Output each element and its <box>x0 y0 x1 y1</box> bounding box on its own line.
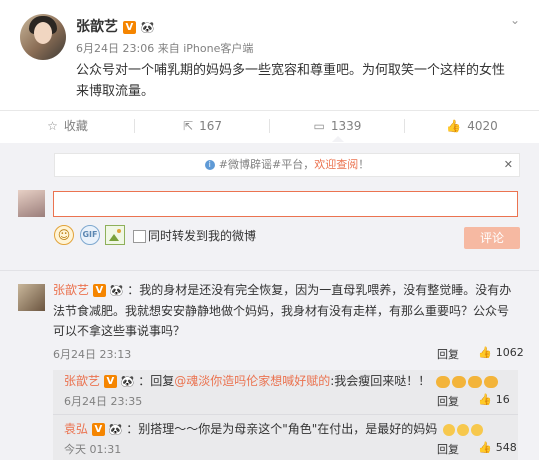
notice-bar: i #微博辟谣#平台，欢迎查阅！ ✕ <box>54 153 520 177</box>
comment-input[interactable] <box>53 191 518 217</box>
emoji-icon: 🐼 <box>109 283 124 297</box>
share-button[interactable]: ⇱ 167 <box>135 111 270 141</box>
info-icon: i <box>204 160 215 170</box>
reply-2-author[interactable]: 袁弘 <box>64 422 88 436</box>
divider <box>0 270 539 271</box>
emoticon-icon <box>484 375 499 388</box>
share-count: 167 <box>199 119 222 133</box>
like-button[interactable]: 👍 4020 <box>405 111 539 141</box>
thumb-up-icon: 👍 <box>478 441 492 454</box>
my-avatar <box>18 190 45 217</box>
image-icon[interactable] <box>105 225 125 245</box>
chevron-down-icon[interactable]: ⌄ <box>510 14 522 26</box>
reply-1-reply-button[interactable]: 回复 <box>437 393 459 409</box>
reply-1-mention[interactable]: @魂淡你造吗伦家想喊好赋的 <box>174 374 330 388</box>
avatar-face <box>34 22 52 44</box>
emoticon-icon <box>471 423 484 436</box>
reply-2-text: ：别搭理～～你是为母亲这个"角色"在付出，是最好的妈妈 <box>126 422 438 436</box>
weibo-post: 张歆艺 V 🐼 6月24日 23:06 来自 iPhone客户端 ⌄ 公众号对一… <box>0 0 539 106</box>
post-actions: ☆ 收藏 ⇱ 167 ▭ 1339 👍 4020 <box>0 110 539 142</box>
emoticon-icon <box>436 375 451 388</box>
emoticon-icon <box>443 423 456 436</box>
favorite-label: 收藏 <box>63 119 88 133</box>
thumb-up-icon: 👍 <box>478 393 492 406</box>
author-line: 张歆艺 V 🐼 <box>76 16 154 36</box>
reply-2-like-count: 548 <box>495 441 517 454</box>
gif-icon[interactable]: GIF <box>80 225 100 245</box>
like-count: 4020 <box>467 119 498 133</box>
reply-1-like-button[interactable]: 👍 16 <box>478 393 510 406</box>
author-avatar[interactable] <box>20 14 66 60</box>
reply-1-prefix: ：回复 <box>138 374 175 388</box>
share-icon: ⇱ <box>183 119 194 133</box>
reply-button[interactable]: 回复 <box>437 346 459 362</box>
reply-1-body: 张歆艺 V 🐼 ：回复@魂淡你造吗伦家想喊好赋的:我会瘦回来哒！！ <box>64 372 514 391</box>
post-device[interactable]: iPhone客户端 <box>183 42 253 55</box>
reply-1-author[interactable]: 张歆艺 <box>64 374 100 388</box>
comment-avatar[interactable] <box>18 284 45 311</box>
comment-body: 张歆艺 V 🐼 ：我的身材是还没有完全恢复，因为一直母乳喂养，没有整觉睡。没有办… <box>53 280 518 341</box>
comment-like-count: 1062 <box>495 346 524 359</box>
comment-icon: ▭ <box>313 119 325 133</box>
divider <box>53 414 518 415</box>
comment-time: 6月24日 23:13 <box>53 348 132 361</box>
repost-label: 同时转发到我的微博 <box>148 229 257 243</box>
reply-1-like-count: 16 <box>495 393 510 406</box>
reply-1-time: 6月24日 23:35 <box>64 395 143 408</box>
favorite-button[interactable]: ☆ 收藏 <box>0 111 135 141</box>
comment-button[interactable]: ▭ 1339 <box>270 111 405 142</box>
notice-suffix: ！ <box>358 158 370 171</box>
comment-author[interactable]: 张歆艺 <box>53 283 89 297</box>
submit-comment-button[interactable]: 评论 <box>464 227 520 249</box>
thumb-up-icon: 👍 <box>478 346 492 359</box>
emoji-icon: 🐼 <box>120 374 135 388</box>
emoticon-icon <box>457 423 470 436</box>
reply-2-time: 今天 01:31 <box>64 443 122 456</box>
thumb-up-icon: 👍 <box>446 119 462 133</box>
verified-icon: V <box>92 284 106 297</box>
emoticon-icon <box>452 375 467 388</box>
verified-icon: V <box>103 375 117 388</box>
post-meta: 6月24日 23:06 来自 iPhone客户端 <box>76 40 253 56</box>
repost-checkbox[interactable] <box>133 230 146 243</box>
reply-1-text: :我会瘦回来哒！！ <box>330 374 431 388</box>
verified-icon: V <box>91 423 105 436</box>
close-icon[interactable]: ✕ <box>504 154 513 176</box>
emoji-icon: 🐼 <box>140 20 155 34</box>
comment-count: 1339 <box>330 119 362 133</box>
emoticon-icon <box>468 375 483 388</box>
notice-text: #微博辟谣#平台， <box>218 158 315 171</box>
reply-thread: 张歆艺 V 🐼 ：回复@魂淡你造吗伦家想喊好赋的:我会瘦回来哒！！ 6月24日 … <box>53 370 518 460</box>
reply-2-like-button[interactable]: 👍 548 <box>478 441 517 454</box>
comment-area: i #微博辟谣#平台，欢迎查阅！ ✕ ☺ GIF 同时转发到我的微博 评论 张歆艺… <box>0 143 539 460</box>
reply-2-reply-button[interactable]: 回复 <box>437 441 459 457</box>
reply-2-body: 袁弘 V 🐼 ：别搭理～～你是为母亲这个"角色"在付出，是最好的妈妈 <box>64 420 514 439</box>
verified-icon: V <box>122 20 136 34</box>
notice-link[interactable]: 欢迎查阅 <box>314 158 358 171</box>
comment-like-button[interactable]: 👍 1062 <box>478 346 524 359</box>
post-text: 公众号对一个哺乳期的妈妈多一些宽容和尊重吧。为何取笑一个这样的女性来博取流量。 <box>76 63 506 99</box>
emoji-icon: 🐼 <box>108 422 123 436</box>
emoji-picker-icon[interactable]: ☺ <box>54 225 74 245</box>
star-icon: ☆ <box>47 119 58 133</box>
author-name[interactable]: 张歆艺 <box>76 19 118 35</box>
post-time[interactable]: 6月24日 23:06 来自 <box>76 42 180 55</box>
